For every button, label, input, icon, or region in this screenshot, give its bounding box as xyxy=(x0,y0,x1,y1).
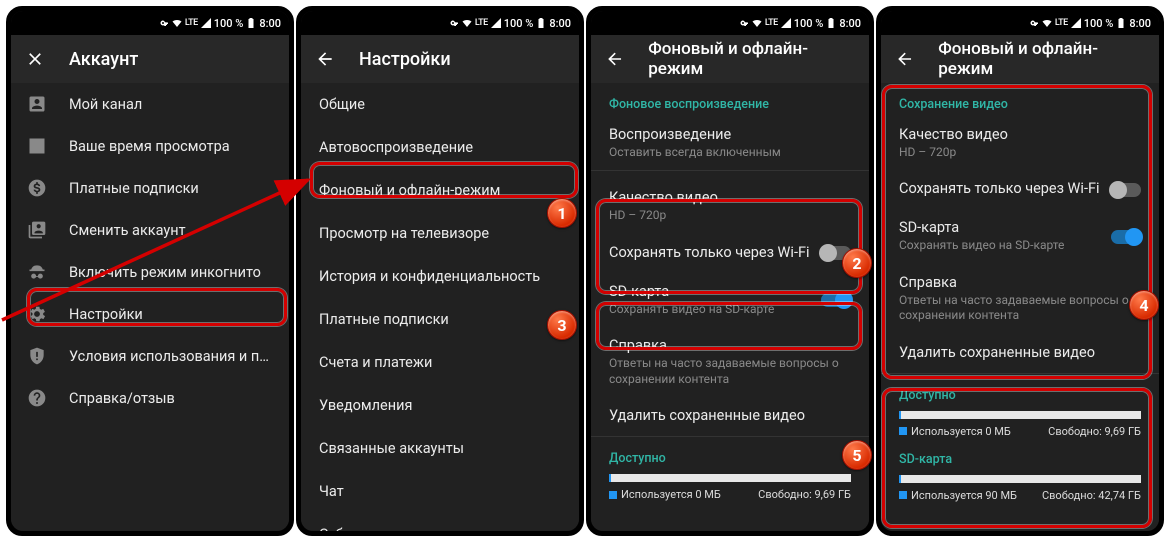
wifi-icon xyxy=(461,17,473,29)
settings-notifications[interactable]: Уведомления xyxy=(301,384,579,427)
battery-icon xyxy=(825,17,837,29)
settings-general[interactable]: Общие xyxy=(301,83,579,126)
back-icon[interactable] xyxy=(315,49,335,69)
section-available: Доступно xyxy=(881,374,1159,407)
storage-sd: Используется 90 МБ Свободно: 42,74 ГБ xyxy=(881,475,1159,502)
page-title: Настройки xyxy=(359,49,451,70)
setting-playback[interactable]: ВоспроизведениеОставить всегда включенны… xyxy=(591,116,869,170)
setting-delete-saved[interactable]: Удалить сохраненные видео xyxy=(591,397,869,436)
sd-toggle[interactable] xyxy=(821,293,851,307)
status-bar: LTE 100 % 8:00 xyxy=(301,11,579,35)
battery-pct: 100 % xyxy=(214,17,244,30)
vpn-key-icon xyxy=(157,17,169,29)
vpn-key-icon xyxy=(1027,17,1039,29)
app-bar: Фоновый и офлайн-режим xyxy=(881,35,1159,83)
settings-history[interactable]: История и конфиденциальность xyxy=(301,255,579,298)
status-bar: LTE 100 % 8:00 xyxy=(591,11,869,35)
battery-icon xyxy=(535,17,547,29)
battery-icon xyxy=(245,17,257,29)
wifi-icon xyxy=(171,17,183,29)
switch-account-icon xyxy=(27,220,47,240)
menu-my-channel[interactable]: Мой канал xyxy=(11,83,289,125)
setting-help[interactable]: СправкаОтветы на часто задаваемые вопрос… xyxy=(591,327,869,397)
back-icon[interactable] xyxy=(605,49,624,69)
incognito-icon xyxy=(27,262,47,282)
status-bar: LTE 100 % 8:00 xyxy=(11,11,289,35)
phone-offline-scrolled: LTE 100 % 8:00 Фоновый и офлайн-режим Со… xyxy=(881,11,1159,531)
page-title: Аккаунт xyxy=(69,49,138,70)
section-save-video: Сохранение видео xyxy=(881,83,1159,116)
setting-wifi-only[interactable]: Сохранять только через Wi-Fi xyxy=(881,170,1159,209)
settings-chat[interactable]: Чат xyxy=(301,470,579,513)
phone-offline: LTE 100 % 8:00 Фоновый и офлайн-режим Фо… xyxy=(591,11,869,531)
bar-chart-icon xyxy=(27,136,47,156)
settings-tv[interactable]: Просмотр на телевизоре xyxy=(301,212,579,255)
section-bg-playback: Фоновое воспроизведение xyxy=(591,83,869,116)
app-bar: Фоновый и офлайн-режим xyxy=(591,35,869,83)
app-bar: Аккаунт xyxy=(11,35,289,83)
wifi-icon xyxy=(1041,17,1053,29)
settings-billing[interactable]: Счета и платежи xyxy=(301,341,579,384)
phone-account: LTE 100 % 8:00 Аккаунт Мой канал Ваше вр… xyxy=(11,11,289,531)
account-box-icon xyxy=(27,94,47,114)
lte-label: LTE xyxy=(185,18,198,28)
menu-watch-time[interactable]: Ваше время просмотра xyxy=(11,125,289,167)
app-bar: Настройки xyxy=(301,35,579,83)
setting-sd-card[interactable]: SD-картаСохранять видео на SD-карте xyxy=(881,209,1159,263)
badge-1: 1 xyxy=(547,198,577,228)
signal-icon xyxy=(200,17,212,29)
setting-delete-saved[interactable]: Удалить сохраненные видео xyxy=(881,334,1159,373)
badge-2: 2 xyxy=(842,248,872,278)
setting-sd-card[interactable]: SD-картаСохранять видео на SD-карте xyxy=(591,273,869,327)
wifi-toggle[interactable] xyxy=(1111,183,1141,197)
settings-linked[interactable]: Связанные аккаунты xyxy=(301,427,579,470)
badge-4: 4 xyxy=(1129,290,1159,320)
battery-icon xyxy=(1115,17,1127,29)
signal-icon xyxy=(780,17,792,29)
page-title: Фоновый и офлайн-режим xyxy=(938,39,1145,79)
settings-captions[interactable]: Субтитры xyxy=(301,513,579,531)
signal-icon xyxy=(1070,17,1082,29)
setting-quality[interactable]: Качество видеоHD – 720p xyxy=(881,116,1159,170)
help-icon xyxy=(27,388,47,408)
menu-terms[interactable]: Условия использования и полит… xyxy=(11,335,289,377)
phone-settings: LTE 100 % 8:00 Настройки Общие Автовоспр… xyxy=(301,11,579,531)
setting-help[interactable]: СправкаОтветы на часто задаваемые вопрос… xyxy=(881,264,1159,334)
back-icon[interactable] xyxy=(895,49,914,69)
settings-background-offline[interactable]: Фоновый и офлайн-режим xyxy=(301,169,579,212)
setting-wifi-only[interactable]: Сохранять только через Wi-Fi xyxy=(591,234,869,273)
wifi-icon xyxy=(751,17,763,29)
privacy-icon xyxy=(27,346,47,366)
signal-icon xyxy=(490,17,502,29)
gear-icon xyxy=(27,304,47,324)
section-sd-storage: SD-карта xyxy=(881,438,1159,471)
storage-internal: Используется 0 МБ Свободно: 9,69 ГБ xyxy=(881,411,1159,438)
menu-paid-subs[interactable]: Платные подписки xyxy=(11,167,289,209)
page-title: Фоновый и офлайн-режим xyxy=(648,39,855,79)
menu-incognito[interactable]: Включить режим инкогнито xyxy=(11,251,289,293)
close-icon[interactable] xyxy=(25,49,45,69)
setting-quality[interactable]: Качество видеоHD – 720p xyxy=(591,171,869,233)
clock: 8:00 xyxy=(259,17,281,30)
settings-paid[interactable]: Платные подписки xyxy=(301,298,579,341)
vpn-key-icon xyxy=(737,17,749,29)
section-available: Доступно xyxy=(591,437,869,470)
menu-switch-account[interactable]: Сменить аккаунт xyxy=(11,209,289,251)
badge-5: 5 xyxy=(842,440,872,470)
menu-help[interactable]: Справка/отзыв xyxy=(11,377,289,419)
storage-internal: Используется 0 МБ Свободно: 9,69 ГБ xyxy=(591,474,869,501)
paid-icon xyxy=(27,178,47,198)
vpn-key-icon xyxy=(447,17,459,29)
badge-3: 3 xyxy=(547,310,577,340)
sd-toggle[interactable] xyxy=(1111,230,1141,244)
status-bar: LTE 100 % 8:00 xyxy=(881,11,1159,35)
menu-settings[interactable]: Настройки xyxy=(11,293,289,335)
settings-autoplay[interactable]: Автовоспроизведение xyxy=(301,126,579,169)
